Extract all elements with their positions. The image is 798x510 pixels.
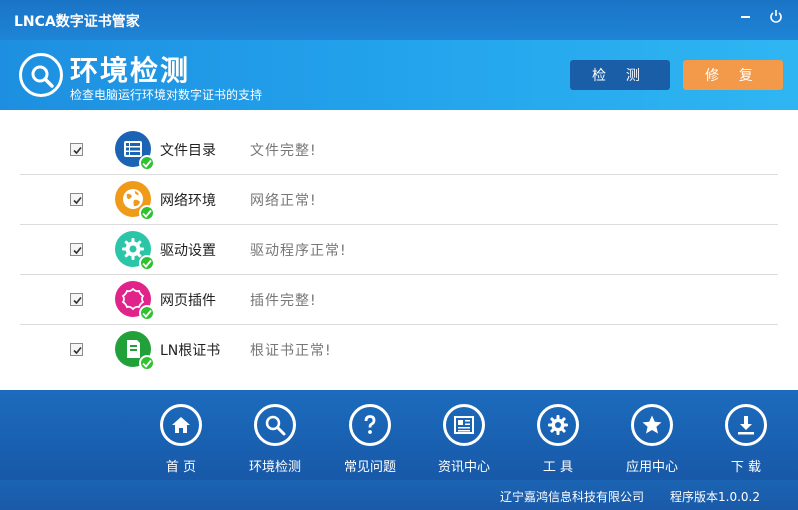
star-icon	[631, 404, 673, 446]
checkmark-icon	[73, 296, 82, 305]
page-title: 环境检测	[70, 54, 191, 87]
page-subtitle: 检查电脑运行环境对数字证书的支持	[70, 88, 263, 102]
check-row-driver: 驱动设置 驱动程序正常!	[20, 225, 778, 275]
check-row-files: 文件目录 文件完整!	[20, 125, 778, 175]
checkmark-icon	[73, 346, 82, 355]
search-icon	[254, 404, 296, 446]
nav-tools[interactable]: 工 具	[518, 390, 598, 480]
app-title: LNCA数字证书管家	[14, 14, 140, 30]
check-row-network: 网络环境 网络正常!	[20, 175, 778, 225]
question-icon	[349, 404, 391, 446]
check-status: 插件完整!	[250, 293, 317, 309]
company-name: 辽宁嘉鸿信息科技有限公司	[500, 490, 645, 504]
page-header: 环境检测 检查电脑运行环境对数字证书的支持 检 测 修 复	[0, 40, 798, 110]
nav-label: 常见问题	[343, 460, 396, 475]
nav-label: 环境检测	[248, 460, 301, 475]
check-ok-icon	[139, 355, 155, 371]
check-row-root-cert: LN根证书 根证书正常!	[20, 325, 778, 375]
check-checkbox[interactable]	[70, 293, 83, 306]
check-name: 驱动设置	[160, 243, 216, 259]
check-list: 文件目录 文件完整! 网络环境 网络正常! 驱动设置 驱动程序正常! 网页插件 …	[20, 125, 778, 375]
check-checkbox[interactable]	[70, 143, 83, 156]
bottom-nav: 首 页 环境检测 常见问题 资讯中心 工 具 应用中心 下 载	[0, 390, 798, 480]
nav-label: 下 载	[730, 460, 762, 475]
check-name: 文件目录	[160, 143, 216, 159]
check-checkbox[interactable]	[70, 193, 83, 206]
check-ok-icon	[139, 205, 155, 221]
check-ok-icon	[139, 255, 155, 271]
title-bar: LNCA数字证书管家	[0, 0, 798, 40]
check-name: 网络环境	[160, 193, 216, 209]
search-icon	[19, 53, 63, 97]
repair-button[interactable]: 修 复	[683, 60, 783, 90]
check-name: 网页插件	[160, 293, 216, 309]
nav-faq[interactable]: 常见问题	[330, 390, 410, 480]
check-ok-icon	[139, 155, 155, 171]
checkmark-icon	[73, 196, 82, 205]
check-checkbox[interactable]	[70, 343, 83, 356]
nav-home[interactable]: 首 页	[141, 390, 221, 480]
check-status: 根证书正常!	[250, 343, 332, 359]
nav-news[interactable]: 资讯中心	[424, 390, 504, 480]
check-status: 网络正常!	[250, 193, 317, 209]
nav-label: 工 具	[542, 460, 574, 475]
nav-download[interactable]: 下 载	[706, 390, 786, 480]
check-checkbox[interactable]	[70, 243, 83, 256]
check-row-plugin: 网页插件 插件完整!	[20, 275, 778, 325]
detect-button[interactable]: 检 测	[570, 60, 670, 90]
home-icon	[160, 404, 202, 446]
check-status: 驱动程序正常!	[250, 243, 347, 259]
nav-label: 首 页	[165, 460, 197, 475]
check-ok-icon	[139, 305, 155, 321]
minimize-button[interactable]	[738, 8, 754, 24]
checkmark-icon	[73, 146, 82, 155]
nav-env-check[interactable]: 环境检测	[235, 390, 315, 480]
check-status: 文件完整!	[250, 143, 317, 159]
power-icon	[770, 10, 782, 23]
nav-label: 应用中心	[625, 460, 678, 475]
version-label: 程序版本1.0.0.2	[670, 490, 760, 504]
minimize-icon	[741, 16, 750, 18]
checkmark-icon	[73, 246, 82, 255]
close-button[interactable]	[768, 8, 784, 24]
download-icon	[725, 404, 767, 446]
check-name: LN根证书	[160, 343, 221, 359]
status-bar: 辽宁嘉鸿信息科技有限公司 程序版本1.0.0.2	[0, 480, 798, 510]
nav-apps[interactable]: 应用中心	[612, 390, 692, 480]
nav-label: 资讯中心	[437, 460, 490, 475]
news-icon	[443, 404, 485, 446]
gear-icon	[537, 404, 579, 446]
